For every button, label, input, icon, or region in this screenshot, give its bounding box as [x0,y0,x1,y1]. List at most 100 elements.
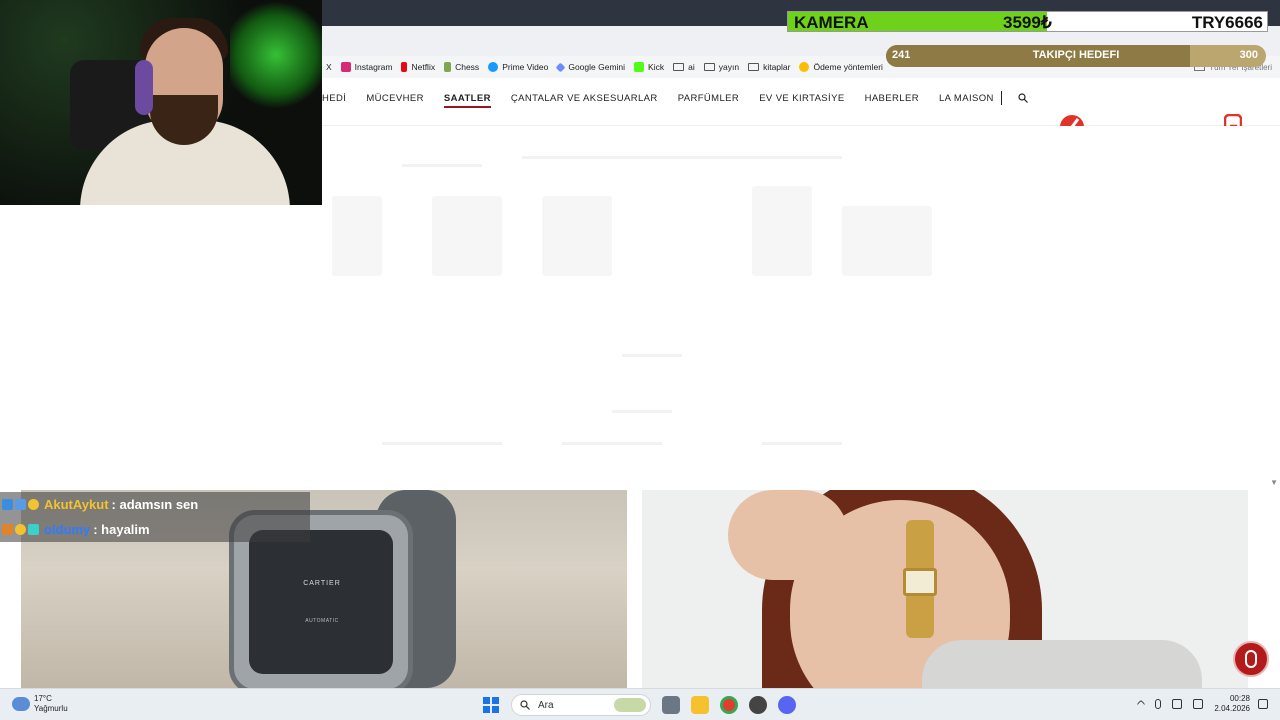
gold-watch-face [903,568,937,596]
weather-temp: 17°C [34,694,52,703]
follower-goal-target: 300 [1239,49,1258,61]
badge-icon [15,499,26,510]
folder-icon [673,63,685,71]
badge-icon [2,499,13,510]
notification-bell-icon[interactable] [1258,699,1268,709]
watch-sub-text: AUTOMATIC [305,618,339,624]
placeholder-image [332,196,382,276]
taskbar-search-text: Ara [538,699,554,711]
folder-icon [748,63,760,71]
kick-icon [634,62,645,72]
webcam-overlay [0,0,322,205]
donation-goal-amount: 3599₺ [1003,13,1052,32]
placeholder-image [432,196,502,276]
file-explorer-icon[interactable] [691,696,709,714]
chess-icon [444,62,452,72]
bookmark-prime-video[interactable]: Prime Video [488,62,548,72]
placeholder-image [752,186,812,276]
bookmark-folder-yayin[interactable]: yayın [703,62,739,72]
watch-brand-text: CARTIER [303,580,341,587]
microphone-icon[interactable] [1155,699,1162,709]
site-navigation: HEDİ MÜCEVHER SAATLER ÇANTALAR VE AKSESU… [322,78,1280,139]
weather-desc: Yağmurlu [34,704,68,713]
obs-icon[interactable] [749,696,767,714]
follower-goal-bar: 241 TAKIPÇI HEDEFI 300 [886,45,1266,67]
donation-goal-bar: KAMERA 3599₺ TRY6666 [787,11,1268,32]
badge-icon [28,499,39,510]
chat-text: : adamsın sen [111,497,199,512]
badge-icon [15,524,26,535]
follower-goal-label: TAKIPÇI HEDEFI [1032,49,1120,61]
clock-date: 2.04.2026 [1214,704,1250,713]
nav-divider [1001,91,1002,105]
google-ads-icon [799,62,810,72]
watch-dial [249,530,393,674]
search-icon[interactable] [1018,93,1028,103]
nav-item-hediye[interactable]: HEDİ [322,93,346,108]
chat-message: oldumy : hayalim [0,517,310,542]
clock-time: 00:28 [1229,694,1250,703]
bookmark-gemini[interactable]: Google Gemini [555,62,625,72]
placeholder-image [542,196,612,276]
windows-start-icon[interactable] [483,697,499,713]
network-icon[interactable] [1172,699,1183,709]
nav-item-haberler[interactable]: HABERLER [865,93,919,108]
chat-overlay: AkutAykut : adamsın sen oldumy : hayalim [0,492,310,542]
placeholder-line [402,164,482,167]
placeholder-image [842,206,932,276]
discord-icon[interactable] [778,696,796,714]
placeholder-line [522,156,842,159]
placeholder-line [382,442,502,445]
donation-goal-label: KAMERA [794,13,869,32]
loading-content [322,126,1280,488]
weather-widget[interactable]: 17°C Yağmurlu [12,694,68,714]
nav-menu: HEDİ MÜCEVHER SAATLER ÇANTALAR VE AKSESU… [322,93,1014,108]
chat-username: AkutAykut [44,497,109,512]
scroll-down-icon[interactable]: ▼ [1270,478,1278,487]
instagram-icon [340,62,351,72]
search-highlight-image [614,698,646,712]
badge-icon [2,524,13,535]
chevron-up-icon[interactable] [1137,699,1146,709]
model-hand [728,490,848,580]
nav-item-mucevher[interactable]: MÜCEVHER [366,93,424,108]
windows-taskbar: 17°C Yağmurlu Ara 00:28 2.04.2026 [0,688,1280,720]
chat-message: AkutAykut : adamsın sen [0,492,310,517]
nav-item-saatler[interactable]: SAATLER [443,93,491,108]
nav-item-parfumler[interactable]: PARFÜMLER [678,93,740,108]
chat-icon [1245,650,1257,668]
prime-video-icon [488,62,499,72]
chat-support-button[interactable] [1233,641,1269,677]
bookmark-chess[interactable]: Chess [444,62,479,72]
system-tray: 00:28 2.04.2026 [1137,694,1268,714]
task-view-icon[interactable] [662,696,680,714]
model-jacket [922,640,1202,688]
clock[interactable]: 00:28 2.04.2026 [1214,694,1250,714]
nav-item-la-maison[interactable]: LA MAISON [939,93,994,108]
placeholder-line [762,442,842,445]
bookmark-x[interactable]: X [326,62,332,72]
gemini-icon [555,62,566,72]
bookmark-folder-ai[interactable]: ai [673,62,695,72]
bookmark-netflix[interactable]: Netflix [401,62,435,72]
chrome-icon[interactable] [720,696,738,714]
taskbar-search[interactable]: Ara [511,694,651,716]
search-icon [520,700,530,710]
nav-item-ev-kirtasiye[interactable]: EV VE KIRTASİYE [759,93,844,108]
netflix-icon [401,62,408,72]
hero-image-panthere-watch[interactable] [642,490,1248,688]
headset-icon [135,60,153,115]
screen: X Instagram Netflix Chess Prime Video Go… [0,0,1280,720]
bookmark-kick[interactable]: Kick [634,62,664,72]
bookmark-folder-kitaplar[interactable]: kitaplar [748,62,790,72]
bookmark-odeme[interactable]: Ödeme yöntemleri [799,62,883,72]
bookmark-instagram[interactable]: Instagram [340,62,392,72]
nav-item-cantalar[interactable]: ÇANTALAR VE AKSESUARLAR [511,93,658,108]
taskbar-apps: Ara [483,694,796,716]
chat-username: oldumy [44,522,91,537]
folder-icon [703,63,715,71]
chat-text: : hayalim [93,522,150,537]
volume-icon[interactable] [1193,699,1204,709]
placeholder-line [562,442,662,445]
donation-goal-target: TRY6666 [1191,13,1263,32]
